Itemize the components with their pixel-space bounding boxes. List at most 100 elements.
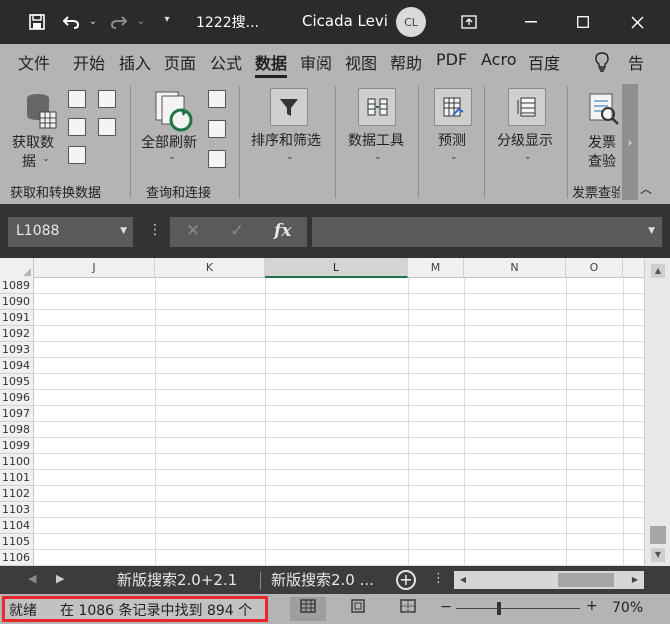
tab-formulas[interactable]: 公式: [210, 50, 242, 74]
data-tools-label: 数据工具: [348, 133, 404, 149]
spreadsheet-grid[interactable]: J K L M N O 1089 1090 1091 1092 1093 1094 1095…: [0, 258, 670, 566]
tab-data[interactable]: 数据: [255, 50, 288, 78]
tab-baidu[interactable]: 百度: [528, 50, 560, 74]
column-header-k[interactable]: K: [155, 258, 265, 278]
data-tools-icon: [358, 88, 396, 126]
column-header-m[interactable]: M: [408, 258, 464, 278]
cancel-icon[interactable]: ✕: [186, 221, 200, 241]
row-header[interactable]: 1096: [0, 390, 34, 406]
insert-function-icon[interactable]: fx: [274, 221, 291, 241]
page-layout-view-button[interactable]: [340, 597, 376, 621]
row-header[interactable]: 1100: [0, 454, 34, 470]
tab-tell-me[interactable]: 告: [628, 50, 644, 74]
gridline: [34, 341, 644, 342]
expand-formula-bar-icon[interactable]: ▼: [648, 226, 655, 236]
prev-sheet-icon[interactable]: ◀: [28, 572, 36, 585]
column-header-n[interactable]: N: [464, 258, 566, 278]
tab-pdf[interactable]: PDF: [436, 50, 467, 74]
tab-review[interactable]: 审阅: [300, 50, 332, 74]
tab-file[interactable]: 文件: [18, 50, 50, 74]
user-name[interactable]: Cicada Levi: [302, 12, 388, 30]
gridline: [34, 309, 644, 310]
row-header[interactable]: 1106: [0, 550, 34, 566]
data-tools-dropdown-icon: ⌄: [374, 152, 382, 162]
gridline: [34, 405, 644, 406]
zoom-slider[interactable]: [456, 608, 580, 609]
tab-insert[interactable]: 插入: [119, 50, 151, 74]
page-break-view-button[interactable]: [390, 597, 426, 621]
collapse-ribbon-icon[interactable]: ︿: [640, 180, 652, 197]
next-sheet-icon[interactable]: ▶: [56, 572, 64, 585]
status-bar: 就绪 在 1086 条记录中找到 894 个 − + 70%: [0, 594, 670, 624]
row-header[interactable]: 1101: [0, 470, 34, 486]
sort-filter-label: 排序和筛选: [251, 133, 321, 149]
add-sheet-button[interactable]: +: [396, 570, 416, 590]
customize-toolbar-icon[interactable]: ▾: [160, 14, 174, 25]
undo-dropdown-icon[interactable]: ⌄: [86, 16, 100, 27]
ribbon-scroll-right-button[interactable]: ›: [622, 84, 638, 200]
zoom-in-button[interactable]: +: [586, 598, 598, 614]
scroll-left-icon[interactable]: ◀: [456, 573, 470, 587]
minimize-icon[interactable]: [508, 0, 554, 44]
save-icon[interactable]: [22, 0, 52, 44]
vertical-scroll-thumb[interactable]: [650, 526, 666, 544]
sheet-tab-2[interactable]: 新版搜索2.0 ...: [271, 569, 374, 590]
from-web-icon[interactable]: [68, 118, 86, 136]
row-header[interactable]: 1103: [0, 502, 34, 518]
tab-acrobat[interactable]: Acro: [481, 50, 516, 74]
more-sheets-icon[interactable]: ⋮: [432, 571, 445, 586]
normal-view-button[interactable]: [290, 597, 326, 621]
row-header[interactable]: 1089: [0, 278, 34, 294]
scroll-up-icon[interactable]: ▲: [651, 264, 665, 278]
sheet-tab-1[interactable]: 新版搜索2.0+2.1: [117, 569, 237, 590]
column-header-o[interactable]: O: [566, 258, 623, 278]
row-header[interactable]: 1095: [0, 374, 34, 390]
undo-icon[interactable]: [56, 0, 86, 44]
from-text-icon[interactable]: [68, 90, 86, 108]
row-header[interactable]: 1090: [0, 294, 34, 310]
row-header[interactable]: 1104: [0, 518, 34, 534]
row-header[interactable]: 1099: [0, 438, 34, 454]
ribbon-display-options-icon[interactable]: [446, 0, 492, 44]
redo-dropdown-icon[interactable]: ⌄: [134, 16, 148, 27]
row-header[interactable]: 1102: [0, 486, 34, 502]
column-header-l[interactable]: L: [265, 258, 408, 278]
row-header[interactable]: 1091: [0, 310, 34, 326]
gridline: [566, 278, 567, 566]
close-icon[interactable]: [614, 0, 660, 44]
properties-icon[interactable]: [208, 120, 226, 138]
row-header[interactable]: 1092: [0, 326, 34, 342]
more-options-icon[interactable]: ⋮: [148, 222, 162, 238]
maximize-icon[interactable]: [560, 0, 606, 44]
row-header[interactable]: 1098: [0, 422, 34, 438]
zoom-slider-thumb[interactable]: [497, 602, 501, 615]
row-header[interactable]: 1093: [0, 342, 34, 358]
row-header[interactable]: 1097: [0, 406, 34, 422]
horizontal-scroll-thumb[interactable]: [558, 573, 614, 587]
enter-icon[interactable]: ✓: [230, 221, 244, 241]
name-box[interactable]: L1088 ▼: [8, 217, 133, 247]
scroll-right-icon[interactable]: ▶: [628, 573, 642, 587]
avatar[interactable]: CL: [396, 7, 426, 37]
zoom-out-button[interactable]: −: [440, 599, 452, 615]
vertical-scrollbar[interactable]: ▲ ▼: [644, 258, 670, 566]
tab-home[interactable]: 开始: [73, 50, 105, 74]
queries-connections-icon[interactable]: [208, 90, 226, 108]
recent-sources-icon[interactable]: [98, 90, 116, 108]
edit-links-icon[interactable]: [208, 150, 226, 168]
formula-input[interactable]: ▼: [312, 217, 662, 247]
scroll-down-icon[interactable]: ▼: [651, 548, 665, 562]
from-table-icon[interactable]: [68, 146, 86, 164]
tab-help[interactable]: 帮助: [390, 50, 422, 74]
row-header[interactable]: 1094: [0, 358, 34, 374]
select-all-button[interactable]: [0, 258, 34, 278]
tab-view[interactable]: 视图: [345, 50, 377, 74]
horizontal-scrollbar[interactable]: ◀ ▶: [454, 571, 644, 589]
lightbulb-icon[interactable]: [594, 52, 610, 76]
column-header-j[interactable]: J: [34, 258, 155, 278]
existing-connections-icon[interactable]: [98, 118, 116, 136]
tab-page-layout[interactable]: 页面: [164, 50, 196, 74]
zoom-level[interactable]: 70%: [612, 600, 643, 616]
redo-icon[interactable]: [104, 0, 134, 44]
row-header[interactable]: 1105: [0, 534, 34, 550]
